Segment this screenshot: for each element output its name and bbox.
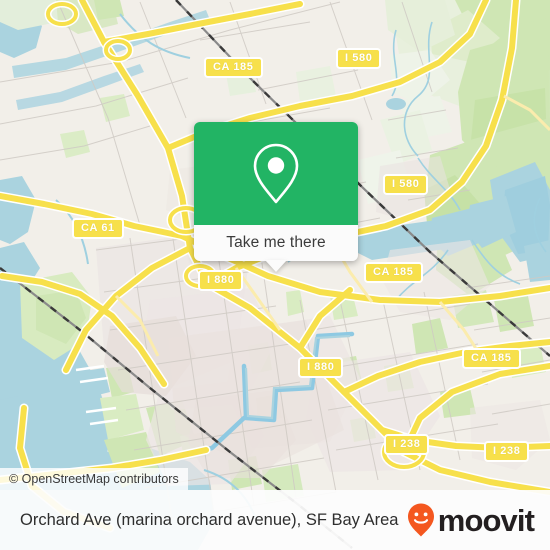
- highway-shield-i238-east: I 238: [484, 441, 530, 462]
- highway-shield-i580-east: I 580: [383, 174, 429, 195]
- highway-shield-ca61: CA 61: [72, 218, 124, 239]
- moovit-wordmark: moovit: [437, 502, 535, 538]
- location-pin-icon: [253, 143, 299, 203]
- highway-shield-ca185-mid: CA 185: [364, 262, 423, 283]
- popup-action-row[interactable]: Take me there: [194, 225, 358, 272]
- highway-shield-i880-south: I 880: [298, 357, 344, 378]
- moovit-pin-icon: [407, 503, 434, 537]
- highway-shield-ca185-south: CA 185: [462, 348, 521, 369]
- footer-bar: Orchard Ave (marina orchard avenue), SF …: [0, 490, 550, 550]
- map-screen: CA 185 I 580 I 580 CA 61 I 880 CA 185 CA…: [0, 0, 550, 550]
- place-title: Orchard Ave (marina orchard avenue), SF …: [20, 510, 399, 529]
- highway-shield-ca185-north: CA 185: [204, 57, 263, 78]
- highway-shield-i238-west: I 238: [384, 434, 430, 455]
- location-popup-card[interactable]: Take me there: [194, 122, 358, 272]
- osm-attribution[interactable]: © OpenStreetMap contributors: [0, 468, 188, 490]
- popup-pointer-tail: [265, 260, 287, 272]
- take-me-there-button[interactable]: Take me there: [226, 234, 326, 252]
- highway-shield-i880-north: I 880: [198, 270, 244, 291]
- moovit-brand[interactable]: moovit: [406, 502, 535, 538]
- highway-shield-i580-north: I 580: [336, 48, 382, 69]
- popup-pin-panel: [194, 122, 358, 225]
